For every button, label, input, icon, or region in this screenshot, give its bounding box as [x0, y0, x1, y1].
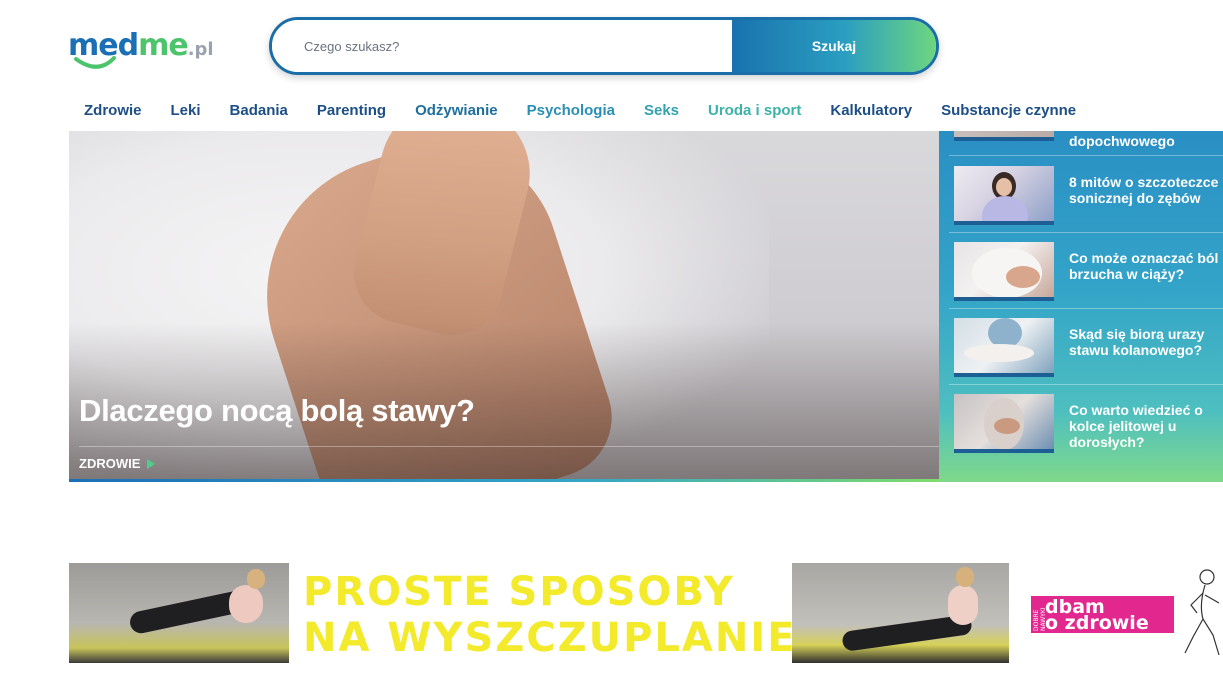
thumb-hands	[994, 418, 1020, 434]
hero-category-link[interactable]: ZDROWIE	[79, 456, 156, 471]
sidebar-article-thumbnail	[954, 318, 1054, 377]
page: med me .pl Szukaj Zdrowie Leki Badania P…	[0, 0, 1223, 694]
ad-figure-torso	[229, 585, 263, 623]
hero-category-label: ZDROWIE	[79, 456, 141, 471]
thumb-person-body	[982, 196, 1028, 221]
logo-smile-icon	[74, 56, 116, 69]
ad-headline: PROSTE SPOSOBY NA WYSZCZUPLANIE	[303, 569, 797, 661]
ad-banner[interactable]: PROSTE SPOSOBY NA WYSZCZUPLANIE dbam o z…	[69, 563, 1223, 663]
sidebar-article-title: 8 mitów o szczoteczce sonicznej do zębów	[1069, 174, 1219, 206]
sidebar-article-thumbnail	[954, 131, 1054, 141]
ad-figure-torso	[948, 585, 978, 625]
sidebar-article-thumbnail	[954, 242, 1054, 301]
sidebar-divider	[949, 155, 1223, 156]
sidebar-article-title: Co warto wiedzieć o kolce jelitowej u do…	[1069, 402, 1203, 450]
ad-figure-head	[247, 569, 265, 589]
nav-item-zdrowie[interactable]: Zdrowie	[84, 102, 142, 119]
ad-brand-small: DOBRE NAWYKI	[1033, 607, 1047, 631]
hero-article[interactable]: Dlaczego nocą bolą stawy? ZDROWIE	[69, 131, 939, 482]
sidebar-article-title: Co może oznaczać ból brzucha w ciąży?	[1069, 250, 1219, 282]
nav-item-substancje-czynne[interactable]: Substancje czynne	[941, 102, 1076, 119]
play-arrow-icon	[147, 458, 156, 469]
hero-gradient-bar	[69, 479, 939, 482]
sidebar-divider	[949, 384, 1223, 385]
ad-figure-head	[956, 567, 974, 587]
dbam-o-zdrowie-logo: dbam o zdrowie	[1031, 596, 1174, 633]
sidebar-article-list: dopochwowego 8 mitów o szczoteczce sonic…	[939, 131, 1223, 482]
ad-headline-line1: PROSTE SPOSOBY	[303, 569, 735, 615]
main-nav: Zdrowie Leki Badania Parenting Odżywiani…	[84, 102, 1105, 119]
search-bar: Szukaj	[269, 17, 939, 75]
nav-item-seks[interactable]: Seks	[644, 102, 679, 119]
sidebar-article[interactable]: Co warto wiedzieć o kolce jelitowej u do…	[954, 394, 1223, 458]
runner-illustration-icon	[1184, 569, 1220, 656]
sidebar-divider	[949, 232, 1223, 233]
nav-item-odzywianie[interactable]: Odżywianie	[415, 102, 498, 119]
sidebar-divider	[949, 308, 1223, 309]
nav-item-kalkulatory[interactable]: Kalkulatory	[830, 102, 912, 119]
nav-item-badania[interactable]: Badania	[230, 102, 288, 119]
sidebar-article[interactable]: 8 mitów o szczoteczce sonicznej do zębów	[954, 166, 1223, 230]
hero-title: Dlaczego nocą bolą stawy?	[79, 393, 475, 428]
logo-pl-text: .pl	[187, 39, 214, 60]
thumb-leg	[964, 344, 1034, 362]
nav-item-psychologia[interactable]: Psychologia	[527, 102, 615, 119]
sidebar-article[interactable]: Skąd się biorą urazy stawu kolanowego?	[954, 318, 1223, 382]
sidebar-article-title: Skąd się biorą urazy stawu kolanowego?	[1069, 326, 1205, 358]
nav-item-parenting[interactable]: Parenting	[317, 102, 386, 119]
ad-headline-line2: NA WYSZCZUPLANIE	[303, 615, 797, 661]
nav-item-leki[interactable]: Leki	[171, 102, 201, 119]
sidebar-article[interactable]: Co może oznaczać ból brzucha w ciąży?	[954, 242, 1223, 306]
ad-photo-left	[69, 563, 289, 663]
sidebar-article[interactable]: dopochwowego	[954, 131, 1223, 149]
hero-divider	[79, 446, 939, 447]
sidebar-article-title: dopochwowego	[1069, 133, 1175, 149]
ad-photo-right	[792, 563, 1009, 663]
nav-item-uroda-i-sport[interactable]: Uroda i sport	[708, 102, 801, 119]
ad-brand-line2: o zdrowie	[1045, 612, 1149, 634]
sidebar-article-thumbnail	[954, 394, 1054, 453]
thumb-person-face	[996, 178, 1012, 196]
search-input[interactable]	[272, 20, 732, 72]
search-button[interactable]: Szukaj	[732, 20, 936, 72]
sidebar-article-thumbnail	[954, 166, 1054, 225]
logo-me-text: me	[138, 28, 189, 63]
thumb-hand	[1006, 266, 1040, 288]
